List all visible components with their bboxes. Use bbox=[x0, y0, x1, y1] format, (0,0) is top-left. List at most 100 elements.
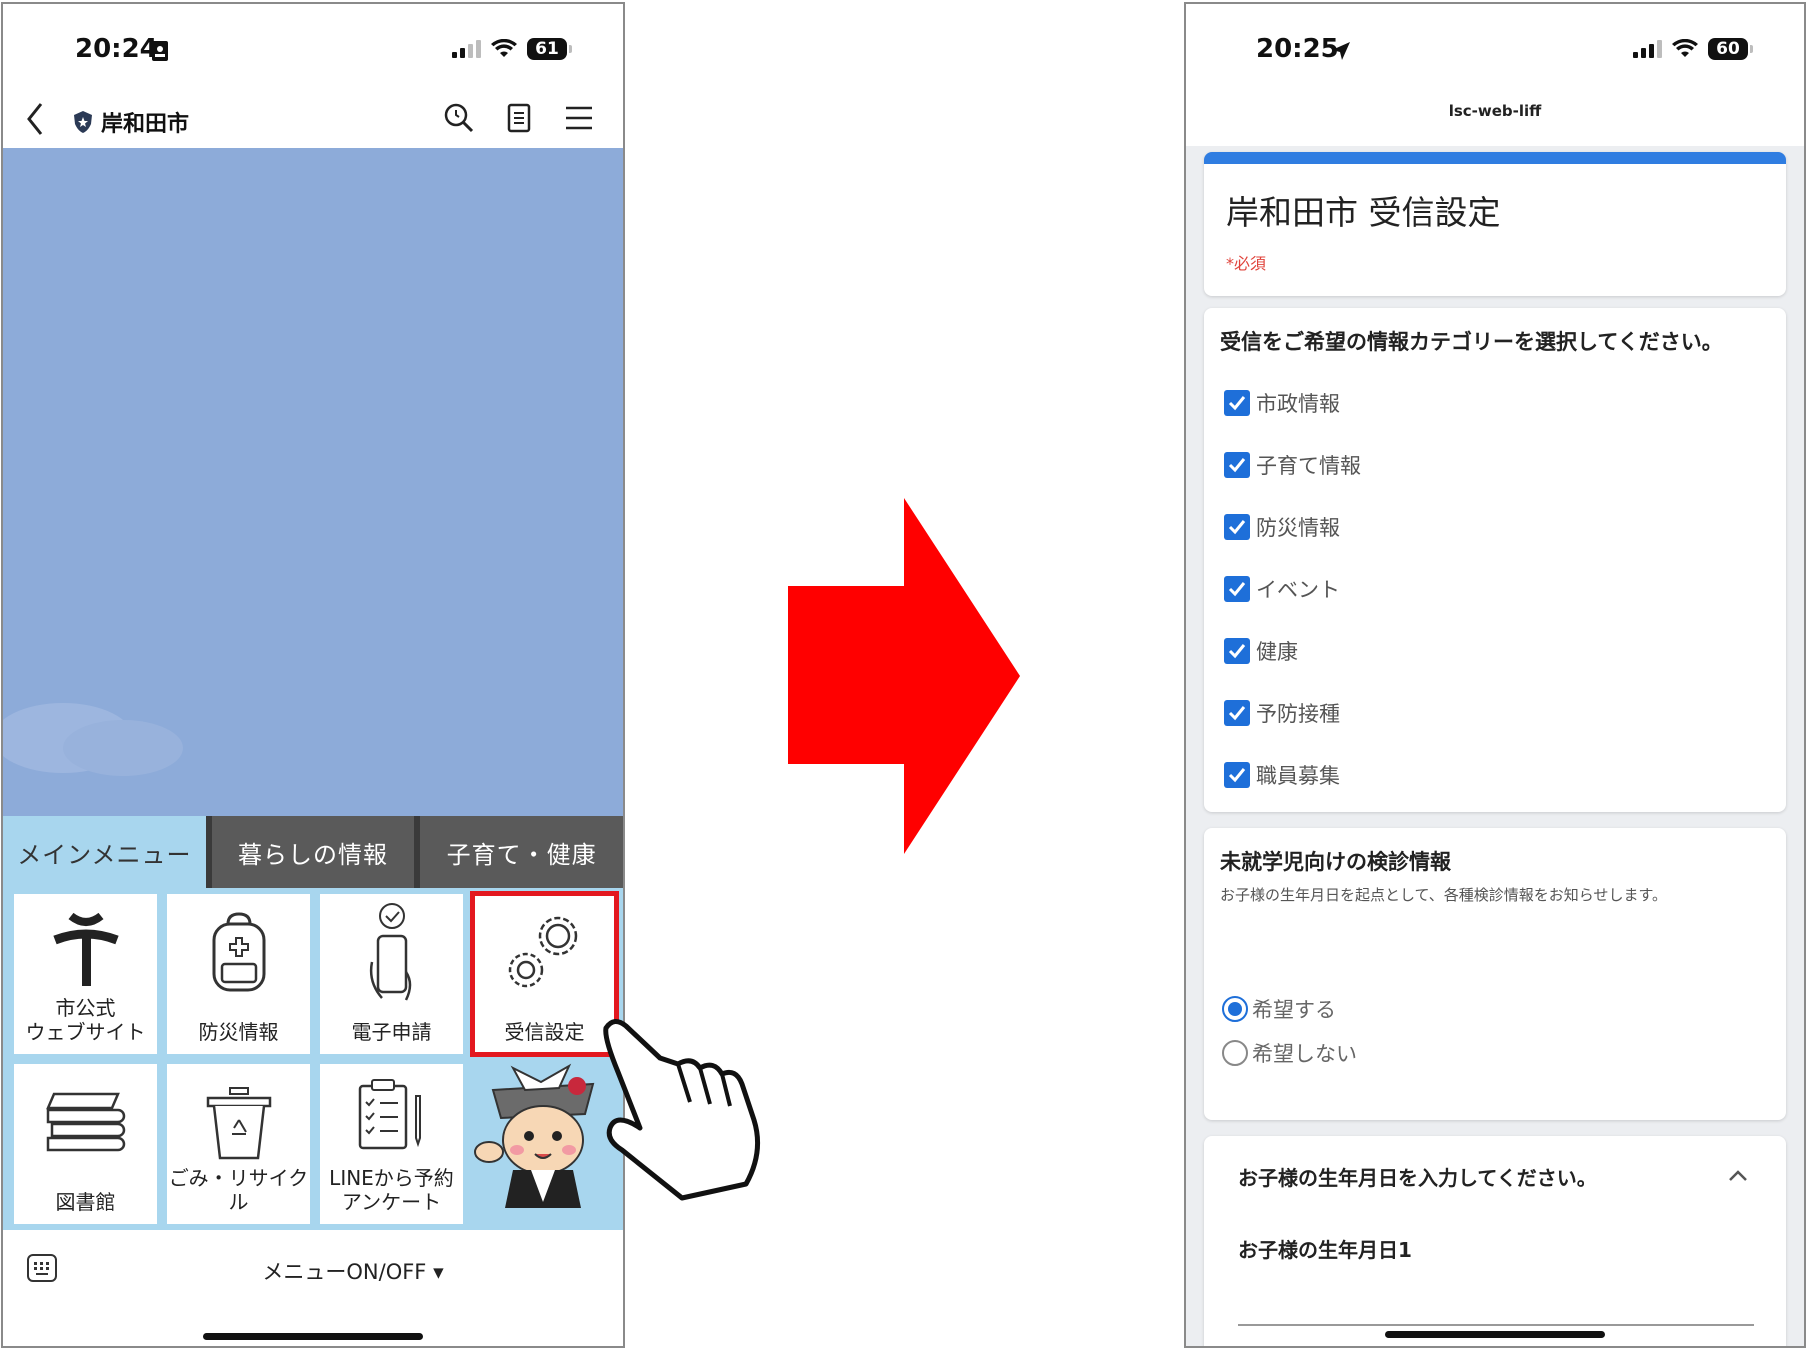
system-icons: 61 bbox=[452, 38, 572, 60]
radio-button-selected[interactable] bbox=[1222, 996, 1248, 1022]
wifi-icon bbox=[491, 39, 517, 57]
check-icon bbox=[1228, 706, 1246, 721]
tile-garbage-recycle[interactable]: ごみ・リサイクル bbox=[167, 1064, 310, 1224]
checkbox-row[interactable]: 予防接種 bbox=[1224, 698, 1340, 728]
checkbox-label: 健康 bbox=[1256, 640, 1298, 664]
checkbox-row[interactable]: 市政情報 bbox=[1224, 388, 1340, 418]
checkbox-label: 職員募集 bbox=[1256, 764, 1340, 788]
radio-option-yes[interactable]: 希望する bbox=[1222, 994, 1336, 1024]
checkbox-checked[interactable] bbox=[1224, 762, 1250, 788]
mascot-character[interactable] bbox=[473, 1062, 613, 1212]
checkbox-checked[interactable] bbox=[1224, 576, 1250, 602]
clipboard-icon bbox=[358, 1079, 421, 1150]
gears-icon bbox=[508, 916, 577, 988]
check-icon bbox=[1228, 644, 1246, 659]
birthday-card: お子様の生年月日を入力してください。 お子様の生年月日1 bbox=[1204, 1136, 1786, 1346]
recycle-bin-icon bbox=[206, 1087, 271, 1160]
radio-label: 希望する bbox=[1252, 998, 1336, 1022]
back-icon[interactable] bbox=[25, 102, 45, 136]
birthday-question: お子様の生年月日を入力してください。 bbox=[1238, 1166, 1597, 1190]
form-header-card: 岸和田市 受信設定 *必須 bbox=[1204, 152, 1786, 296]
check-icon bbox=[1228, 768, 1246, 783]
left-phone-screen: 20:24 61 岸和田市 メインメニュー 暮らしの情報 子育て・健康 市公式 … bbox=[1, 2, 625, 1348]
checkbox-row[interactable]: 職員募集 bbox=[1224, 760, 1340, 790]
checkbox-row[interactable]: 健康 bbox=[1224, 636, 1298, 666]
search-icon[interactable] bbox=[443, 102, 475, 134]
tab-childcare-health[interactable]: 子育て・健康 bbox=[414, 816, 623, 888]
form-container: 岸和田市 受信設定 *必須 受信をご希望の情報カテゴリーを選択してください。 市… bbox=[1186, 146, 1804, 1346]
checkbox-row[interactable]: 子育て情報 bbox=[1224, 450, 1361, 480]
shield-icon bbox=[74, 111, 92, 133]
radio-button[interactable] bbox=[1222, 1040, 1248, 1066]
checkup-card: 未就学児向けの検診情報 お子様の生年月日を起点として、各種検診情報をお知らせしま… bbox=[1204, 828, 1786, 1120]
checkbox-label: 市政情報 bbox=[1256, 392, 1340, 416]
check-icon bbox=[1228, 582, 1246, 597]
account-name: 岸和田市 bbox=[101, 112, 190, 137]
menu-toggle[interactable]: メニューON/OFF ▾ bbox=[3, 1256, 623, 1286]
tab-living-info[interactable]: 暮らしの情報 bbox=[205, 816, 415, 888]
checkbox-label: 防災情報 bbox=[1256, 516, 1340, 540]
checkbox-label: 予防接種 bbox=[1256, 702, 1340, 726]
status-bar: 20:24 61 bbox=[3, 4, 623, 96]
tile-label: ごみ・リサイクル bbox=[168, 1166, 309, 1214]
checkbox-row[interactable]: 防災情報 bbox=[1224, 512, 1340, 542]
checkbox-label: イベント bbox=[1256, 578, 1340, 602]
birthday-input[interactable] bbox=[1238, 1324, 1754, 1326]
tab-main-menu[interactable]: メインメニュー bbox=[3, 816, 206, 888]
tile-label-line2: アンケート bbox=[341, 1190, 442, 1214]
checkbox-checked[interactable] bbox=[1224, 514, 1250, 540]
required-note: *必須 bbox=[1226, 254, 1267, 273]
checkbox-checked[interactable] bbox=[1224, 390, 1250, 416]
form-title: 岸和田市 受信設定 bbox=[1226, 193, 1501, 232]
check-icon bbox=[1228, 520, 1246, 535]
chat-area bbox=[3, 148, 623, 816]
tile-e-application[interactable]: 電子申請 bbox=[320, 894, 463, 1054]
tile-label-line2: ウェブサイト bbox=[25, 1020, 146, 1044]
checkbox-checked[interactable] bbox=[1224, 700, 1250, 726]
chat-bottom-bar: メニューON/OFF ▾ bbox=[3, 1230, 623, 1346]
transition-arrow bbox=[788, 498, 1020, 854]
category-card: 受信をご希望の情報カテゴリーを選択してください。 市政情報 子育て情報 防災情報… bbox=[1204, 308, 1786, 812]
tile-label: 受信設定 bbox=[504, 1020, 585, 1044]
status-time: 20:25 bbox=[1256, 34, 1339, 64]
hamburger-icon[interactable] bbox=[563, 102, 595, 134]
contact-card-icon bbox=[152, 41, 168, 61]
tile-receive-settings[interactable]: 受信設定 bbox=[470, 891, 619, 1057]
system-icons: 60 bbox=[1633, 38, 1753, 60]
check-icon bbox=[1228, 396, 1246, 411]
books-icon bbox=[45, 1092, 125, 1152]
page-url: lsc-web-liff bbox=[1448, 102, 1542, 120]
checkup-question: 未就学児向けの検診情報 bbox=[1220, 850, 1451, 874]
tile-label: 図書館 bbox=[55, 1190, 116, 1214]
right-phone-screen: 20:25 60 lsc-web-liff 岸和田市 受信設定 *必須 受信をご… bbox=[1184, 2, 1806, 1348]
tile-disaster-info[interactable]: 防災情報 bbox=[167, 894, 310, 1054]
checkbox-label: 子育て情報 bbox=[1256, 454, 1361, 478]
checkbox-checked[interactable] bbox=[1224, 452, 1250, 478]
home-indicator bbox=[1385, 1331, 1605, 1338]
status-time: 20:24 bbox=[75, 34, 158, 64]
battery-indicator: 60 bbox=[1708, 38, 1753, 60]
tile-label: LINEから予約 bbox=[329, 1166, 454, 1190]
tile-line-reservation-survey[interactable]: LINEから予約 アンケート bbox=[320, 1064, 463, 1224]
battery-indicator: 61 bbox=[527, 38, 572, 60]
checkbox-checked[interactable] bbox=[1224, 638, 1250, 664]
category-question: 受信をご希望の情報カテゴリーを選択してください。 bbox=[1220, 330, 1723, 354]
wifi-icon bbox=[1672, 39, 1698, 57]
header-actions bbox=[443, 102, 595, 134]
signal-icon bbox=[452, 40, 481, 58]
notes-icon[interactable] bbox=[503, 102, 535, 134]
tile-library[interactable]: 図書館 bbox=[14, 1064, 157, 1224]
pointing-hand-icon bbox=[603, 1019, 761, 1201]
tile-official-website[interactable]: 市公式 ウェブサイト bbox=[14, 894, 157, 1054]
checkbox-row[interactable]: イベント bbox=[1224, 574, 1340, 604]
checkup-description: お子様の生年月日を起点として、各種検診情報をお知らせします。 bbox=[1220, 886, 1668, 904]
location-arrow-icon bbox=[1332, 42, 1350, 60]
chevron-up-icon[interactable] bbox=[1728, 1170, 1748, 1182]
tile-label: 電子申請 bbox=[351, 1020, 432, 1044]
account-title: 岸和田市 bbox=[73, 106, 189, 138]
tile-label: 防災情報 bbox=[198, 1020, 279, 1044]
radio-option-no[interactable]: 希望しない bbox=[1222, 1038, 1357, 1068]
phone-check-icon bbox=[369, 903, 411, 1001]
radio-label: 希望しない bbox=[1252, 1042, 1357, 1066]
tile-label: 市公式 bbox=[55, 996, 116, 1020]
